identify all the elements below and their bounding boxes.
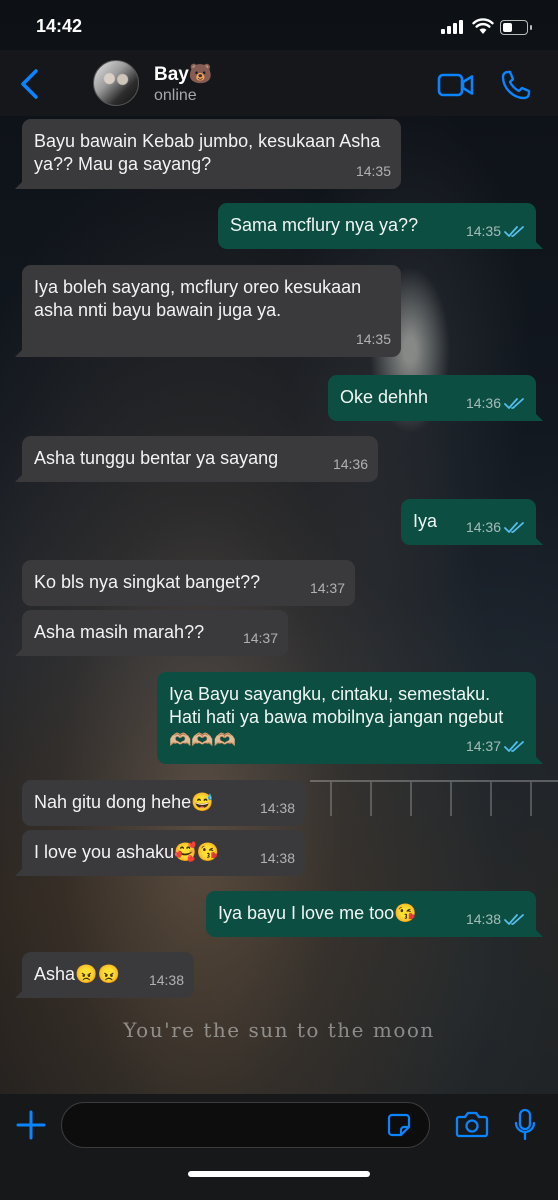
plus-icon[interactable] xyxy=(16,1110,46,1140)
message-incoming[interactable]: Iya boleh sayang, mcflury oreo kesukaan … xyxy=(15,265,401,357)
read-ticks-icon xyxy=(504,741,524,752)
status-bar: 14:42 xyxy=(0,0,558,50)
contact-name[interactable]: Bay🐻 xyxy=(154,62,213,86)
message-input-bar xyxy=(0,1094,558,1200)
message-time: 14:35 xyxy=(355,163,391,179)
message-outgoing[interactable]: Oke dehhh 14:36 xyxy=(328,375,543,421)
message-time: 14:38 xyxy=(465,911,501,927)
message-text: Asha masih marah?? xyxy=(34,622,205,642)
message-time: 14:36 xyxy=(332,456,368,472)
status-time: 14:42 xyxy=(36,16,83,36)
message-incoming[interactable]: Asha😠😠 14:38 xyxy=(15,952,194,998)
message-outgoing[interactable]: Iya bayu I love me too😘 14:38 xyxy=(206,891,543,937)
message-incoming[interactable]: Nah gitu dong hehe😅 14:38 xyxy=(22,780,305,826)
message-outgoing[interactable]: Iya Bayu sayangku, cintaku, semestaku. H… xyxy=(157,672,543,764)
message-outgoing[interactable]: Iya 14:36 xyxy=(401,499,543,545)
message-incoming[interactable]: Asha masih marah?? 14:37 xyxy=(15,610,288,656)
read-ticks-icon xyxy=(504,226,524,237)
video-call-icon[interactable] xyxy=(437,72,475,98)
message-time: 14:35 xyxy=(465,223,501,239)
message-text: I love you ashaku🥰😘 xyxy=(34,842,219,862)
wifi-icon xyxy=(472,18,494,34)
message-time: 14:37 xyxy=(242,630,278,646)
signal-icon xyxy=(441,20,465,34)
message-text: Iya boleh sayang, mcflury oreo kesukaan … xyxy=(34,277,362,320)
message-time: 14:35 xyxy=(355,331,391,347)
contact-status: online xyxy=(154,87,197,104)
message-incoming[interactable]: Bayu bawain Kebab jumbo, kesukaan Asha y… xyxy=(15,119,401,189)
message-incoming[interactable]: Asha tunggu bentar ya sayang 14:36 xyxy=(15,436,378,482)
message-text: Ko bls nya singkat banget?? xyxy=(34,572,261,592)
read-ticks-icon xyxy=(504,914,524,925)
microphone-icon[interactable] xyxy=(514,1108,536,1142)
message-input[interactable] xyxy=(61,1102,430,1148)
message-time: 14:36 xyxy=(465,395,501,411)
message-time: 14:38 xyxy=(259,850,295,866)
message-incoming[interactable]: I love you ashaku🥰😘 14:38 xyxy=(15,830,305,876)
home-indicator xyxy=(188,1171,370,1177)
message-time: 14:36 xyxy=(465,519,501,535)
message-outgoing[interactable]: Sama mcflury nya ya?? 14:35 xyxy=(218,203,543,249)
message-time: 14:38 xyxy=(259,800,295,816)
message-time: 14:37 xyxy=(465,738,501,754)
message-time: 14:38 xyxy=(148,972,184,988)
message-text: Bayu bawain Kebab jumbo, kesukaan Asha y… xyxy=(34,131,381,174)
message-incoming[interactable]: Ko bls nya singkat banget?? 14:37 xyxy=(22,560,355,606)
sticker-icon[interactable] xyxy=(387,1113,411,1137)
message-text: Asha tunggu bentar ya sayang xyxy=(34,448,279,468)
read-ticks-icon xyxy=(504,398,524,409)
whatsapp-chat-screen: You're the sun to the moon 14:42 Bay🐻 on… xyxy=(0,0,558,1200)
avatar[interactable] xyxy=(93,60,139,106)
message-time: 14:37 xyxy=(309,580,345,596)
battery-icon xyxy=(500,20,532,35)
camera-icon[interactable] xyxy=(455,1110,489,1138)
phone-call-icon[interactable] xyxy=(500,69,532,101)
message-list: Bayu bawain Kebab jumbo, kesukaan Asha y… xyxy=(0,116,558,1094)
chat-header: Bay🐻 online xyxy=(0,50,558,116)
back-chevron-icon[interactable] xyxy=(18,68,42,100)
read-ticks-icon xyxy=(504,522,524,533)
message-text: Nah gitu dong hehe😅 xyxy=(34,792,214,812)
